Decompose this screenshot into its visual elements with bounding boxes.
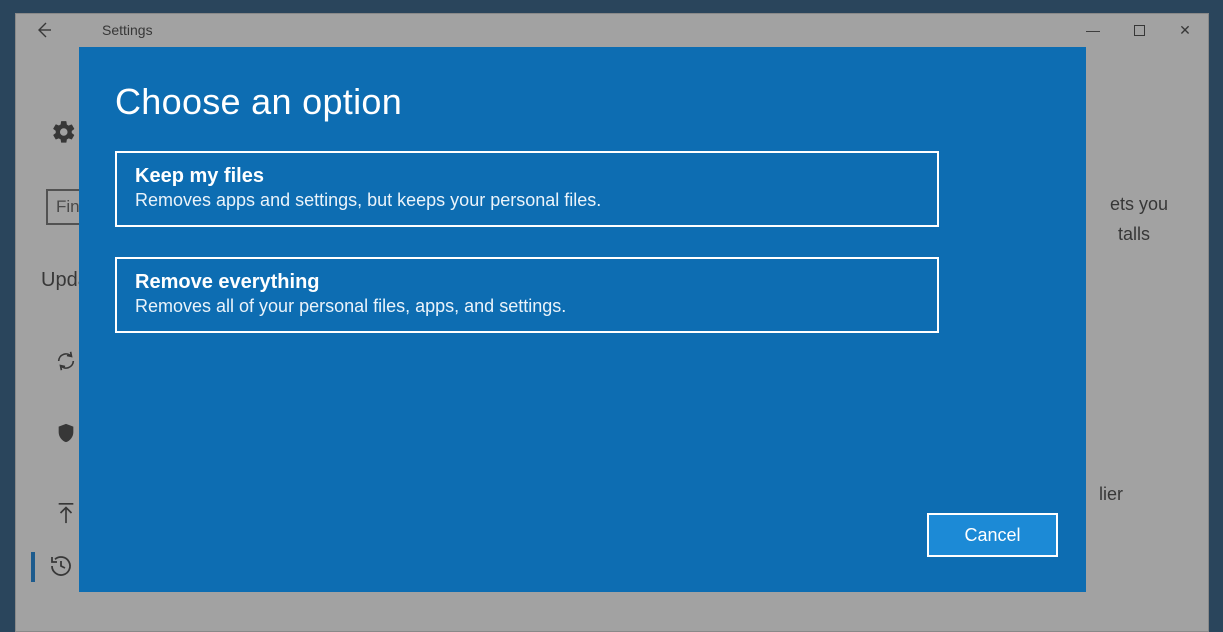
option-remove-everything[interactable]: Remove everything Removes all of your pe…: [115, 257, 939, 333]
cancel-label: Cancel: [964, 525, 1020, 546]
cancel-button[interactable]: Cancel: [927, 513, 1058, 557]
option-description: Removes apps and settings, but keeps you…: [135, 190, 919, 211]
option-keep-my-files[interactable]: Keep my files Removes apps and settings,…: [115, 151, 939, 227]
option-description: Removes all of your personal files, apps…: [135, 296, 919, 317]
option-title: Remove everything: [135, 271, 919, 294]
choose-option-dialog: Choose an option Keep my files Removes a…: [79, 47, 1086, 592]
dialog-title: Choose an option: [115, 81, 1050, 123]
option-title: Keep my files: [135, 165, 919, 188]
